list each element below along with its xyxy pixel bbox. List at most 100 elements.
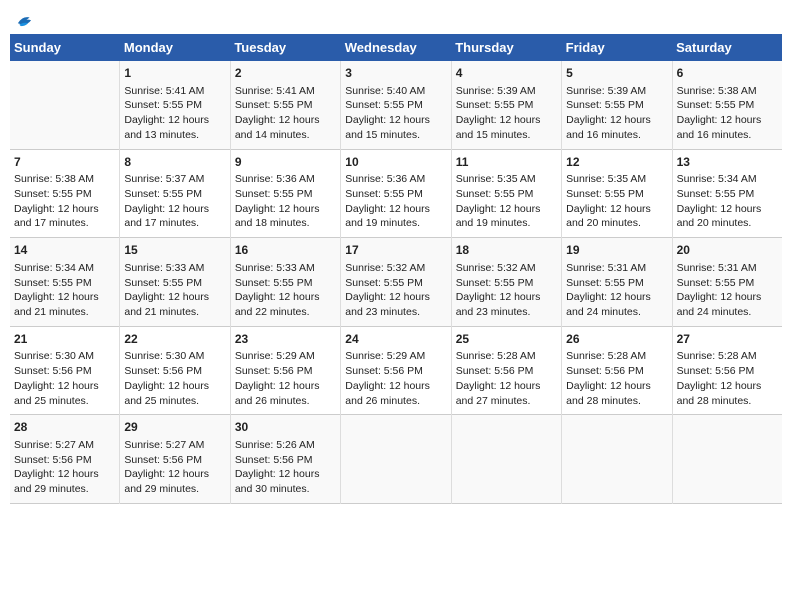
cell-text: and 29 minutes. (124, 482, 225, 497)
cell-text: Sunrise: 5:41 AM (235, 84, 336, 99)
cell-text: Sunset: 5:55 PM (345, 187, 446, 202)
cell-text: Daylight: 12 hours (345, 113, 446, 128)
cell-text: Daylight: 12 hours (345, 379, 446, 394)
calendar-cell: 1Sunrise: 5:41 AMSunset: 5:55 PMDaylight… (120, 61, 230, 149)
calendar-cell (562, 415, 672, 504)
cell-text: Daylight: 12 hours (677, 290, 778, 305)
cell-text: Sunrise: 5:33 AM (235, 261, 336, 276)
calendar-header-row: SundayMondayTuesdayWednesdayThursdayFrid… (10, 34, 782, 61)
cell-text: Sunset: 5:55 PM (566, 276, 667, 291)
cell-text: Daylight: 12 hours (566, 290, 667, 305)
cell-text: and 15 minutes. (345, 128, 446, 143)
cell-text: Daylight: 12 hours (566, 202, 667, 217)
day-number: 30 (235, 419, 336, 436)
cell-text: and 27 minutes. (456, 394, 557, 409)
day-number: 24 (345, 331, 446, 348)
cell-text: Sunset: 5:56 PM (677, 364, 778, 379)
day-header-tuesday: Tuesday (230, 34, 340, 61)
cell-text: and 19 minutes. (456, 216, 557, 231)
calendar-cell: 11Sunrise: 5:35 AMSunset: 5:55 PMDayligh… (451, 149, 561, 238)
cell-text: Sunset: 5:55 PM (124, 98, 225, 113)
calendar-cell: 27Sunrise: 5:28 AMSunset: 5:56 PMDayligh… (672, 326, 782, 415)
cell-text: Sunset: 5:55 PM (124, 276, 225, 291)
cell-text: Daylight: 12 hours (14, 379, 115, 394)
calendar-cell: 30Sunrise: 5:26 AMSunset: 5:56 PMDayligh… (230, 415, 340, 504)
calendar-cell: 24Sunrise: 5:29 AMSunset: 5:56 PMDayligh… (341, 326, 451, 415)
cell-text: Daylight: 12 hours (124, 202, 225, 217)
cell-text: Sunset: 5:55 PM (566, 98, 667, 113)
cell-text: Daylight: 12 hours (566, 113, 667, 128)
cell-text: Daylight: 12 hours (345, 202, 446, 217)
day-number: 14 (14, 242, 115, 259)
calendar-cell: 4Sunrise: 5:39 AMSunset: 5:55 PMDaylight… (451, 61, 561, 149)
day-number: 22 (124, 331, 225, 348)
calendar-cell: 22Sunrise: 5:30 AMSunset: 5:56 PMDayligh… (120, 326, 230, 415)
calendar-cell: 25Sunrise: 5:28 AMSunset: 5:56 PMDayligh… (451, 326, 561, 415)
calendar-cell: 21Sunrise: 5:30 AMSunset: 5:56 PMDayligh… (10, 326, 120, 415)
cell-text: and 15 minutes. (456, 128, 557, 143)
day-number: 29 (124, 419, 225, 436)
cell-text: Sunrise: 5:27 AM (124, 438, 225, 453)
calendar-cell (672, 415, 782, 504)
day-number: 3 (345, 65, 446, 82)
cell-text: Sunrise: 5:35 AM (456, 172, 557, 187)
cell-text: Daylight: 12 hours (14, 202, 115, 217)
logo-bird-icon (12, 10, 34, 32)
cell-text: Sunrise: 5:31 AM (566, 261, 667, 276)
day-header-sunday: Sunday (10, 34, 120, 61)
cell-text: Daylight: 12 hours (124, 379, 225, 394)
cell-text: Sunset: 5:55 PM (456, 276, 557, 291)
cell-text: and 30 minutes. (235, 482, 336, 497)
cell-text: Daylight: 12 hours (456, 202, 557, 217)
cell-text: Sunrise: 5:27 AM (14, 438, 115, 453)
cell-text: Sunset: 5:56 PM (14, 453, 115, 468)
cell-text: and 26 minutes. (235, 394, 336, 409)
cell-text: Sunrise: 5:28 AM (456, 349, 557, 364)
day-number: 18 (456, 242, 557, 259)
calendar-cell (10, 61, 120, 149)
calendar-cell: 23Sunrise: 5:29 AMSunset: 5:56 PMDayligh… (230, 326, 340, 415)
calendar-cell (451, 415, 561, 504)
cell-text: and 26 minutes. (345, 394, 446, 409)
cell-text: Sunset: 5:56 PM (235, 453, 336, 468)
cell-text: Sunrise: 5:28 AM (677, 349, 778, 364)
cell-text: Sunset: 5:55 PM (677, 276, 778, 291)
day-number: 10 (345, 154, 446, 171)
calendar-cell: 26Sunrise: 5:28 AMSunset: 5:56 PMDayligh… (562, 326, 672, 415)
cell-text: and 17 minutes. (14, 216, 115, 231)
week-row-1: 1Sunrise: 5:41 AMSunset: 5:55 PMDaylight… (10, 61, 782, 149)
cell-text: Sunset: 5:55 PM (456, 187, 557, 202)
day-number: 7 (14, 154, 115, 171)
calendar-cell: 17Sunrise: 5:32 AMSunset: 5:55 PMDayligh… (341, 238, 451, 327)
cell-text: and 20 minutes. (566, 216, 667, 231)
day-number: 1 (124, 65, 225, 82)
header (10, 10, 782, 26)
cell-text: Sunrise: 5:38 AM (677, 84, 778, 99)
cell-text: Sunrise: 5:26 AM (235, 438, 336, 453)
cell-text: Daylight: 12 hours (345, 290, 446, 305)
cell-text: Sunrise: 5:29 AM (235, 349, 336, 364)
calendar-table: SundayMondayTuesdayWednesdayThursdayFrid… (10, 34, 782, 504)
cell-text: Sunset: 5:55 PM (677, 187, 778, 202)
day-number: 11 (456, 154, 557, 171)
cell-text: Sunrise: 5:39 AM (566, 84, 667, 99)
day-number: 27 (677, 331, 778, 348)
calendar-cell: 3Sunrise: 5:40 AMSunset: 5:55 PMDaylight… (341, 61, 451, 149)
cell-text: Sunset: 5:55 PM (235, 98, 336, 113)
day-number: 16 (235, 242, 336, 259)
day-number: 5 (566, 65, 667, 82)
cell-text: and 23 minutes. (456, 305, 557, 320)
day-number: 8 (124, 154, 225, 171)
calendar-cell: 10Sunrise: 5:36 AMSunset: 5:55 PMDayligh… (341, 149, 451, 238)
cell-text: Sunset: 5:56 PM (456, 364, 557, 379)
cell-text: and 24 minutes. (677, 305, 778, 320)
calendar-cell: 13Sunrise: 5:34 AMSunset: 5:55 PMDayligh… (672, 149, 782, 238)
cell-text: and 25 minutes. (124, 394, 225, 409)
day-number: 9 (235, 154, 336, 171)
day-header-monday: Monday (120, 34, 230, 61)
cell-text: Daylight: 12 hours (677, 113, 778, 128)
cell-text: Sunrise: 5:36 AM (345, 172, 446, 187)
cell-text: and 25 minutes. (14, 394, 115, 409)
cell-text: and 24 minutes. (566, 305, 667, 320)
cell-text: Sunset: 5:55 PM (14, 187, 115, 202)
